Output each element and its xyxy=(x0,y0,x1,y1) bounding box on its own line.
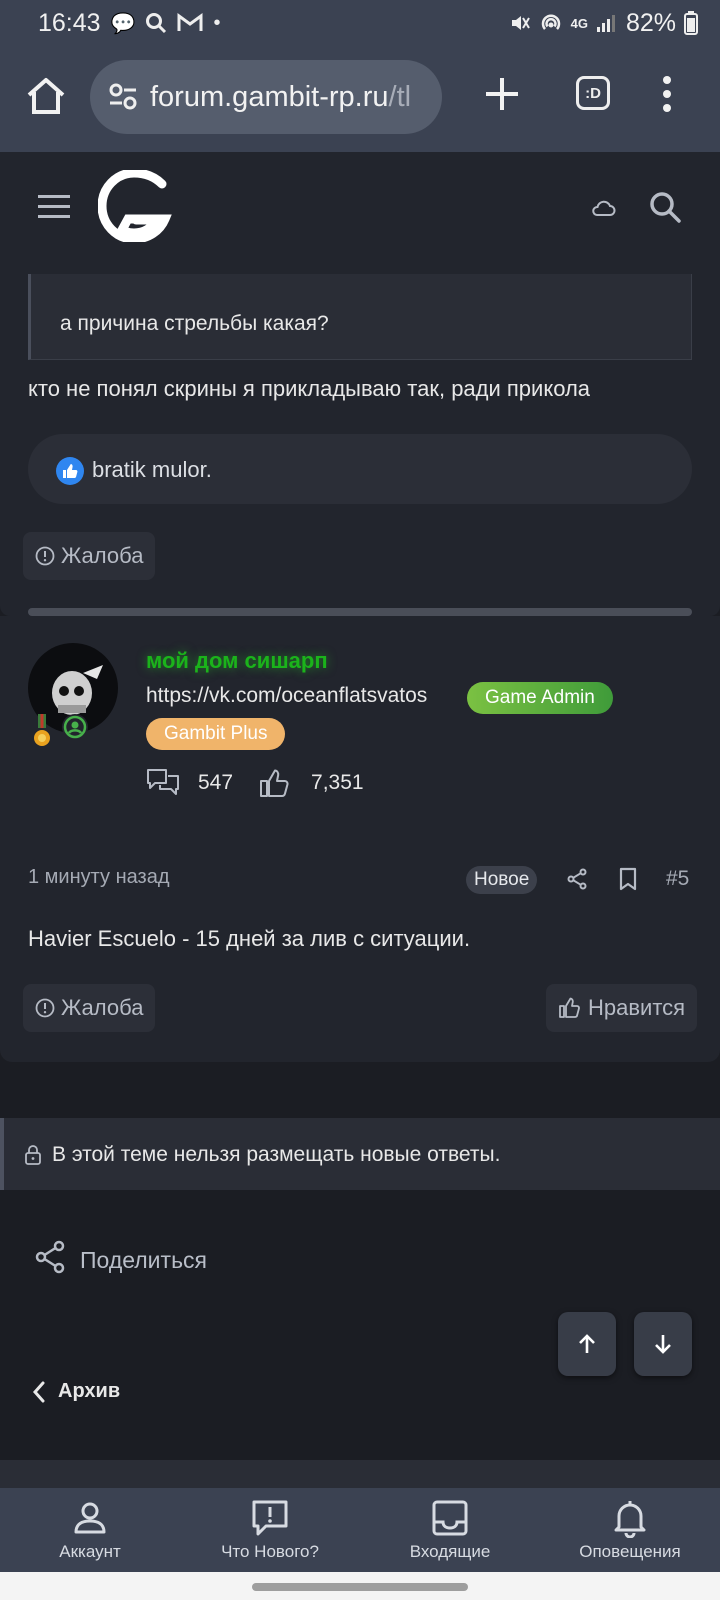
arrow-down-icon xyxy=(655,1335,671,1354)
post-body: Havier Escuelo - 15 дней за лив с ситуац… xyxy=(28,926,471,951)
new-tab-icon[interactable] xyxy=(482,74,522,114)
nav-whats-new[interactable]: Что Нового? xyxy=(180,1488,360,1572)
lock-icon xyxy=(25,1145,41,1165)
new-badge: Новое xyxy=(466,866,538,894)
report-button[interactable]: Жалоба xyxy=(23,532,156,580)
home-icon[interactable] xyxy=(22,72,70,120)
like-label: Нравится xyxy=(588,995,686,1020)
scroll-to-top-button[interactable] xyxy=(558,1312,616,1376)
user-stats: 547 7,351 xyxy=(146,768,364,798)
network-type: 4G xyxy=(570,15,588,31)
post-body: кто не понял скрины я прикладываю так, р… xyxy=(28,376,591,401)
report-icon xyxy=(35,998,55,1018)
like-reaction-icon xyxy=(56,457,84,485)
inbox-icon xyxy=(432,1500,468,1536)
status-time: 16:43 xyxy=(38,8,101,37)
hamburger-menu-icon[interactable] xyxy=(38,195,70,219)
thumbs-up-icon xyxy=(559,997,580,1018)
nav-inbox[interactable]: Входящие xyxy=(360,1488,540,1572)
notice-text: В этой теме нельзя размещать новые ответ… xyxy=(52,1143,501,1166)
username[interactable]: мой дом сишарп xyxy=(146,648,328,674)
signal-icon xyxy=(596,15,615,32)
quote-text: а причина стрельбы какая? xyxy=(60,312,329,335)
more-options-icon[interactable] xyxy=(655,74,679,114)
nav-alerts[interactable]: Оповещения xyxy=(540,1488,720,1572)
reactions-count: 7,351 xyxy=(311,771,364,794)
post-timestamp[interactable]: 1 минуту назад xyxy=(28,866,170,889)
report-icon xyxy=(35,546,55,566)
browser-toolbar: forum.gambit-rp.ru/tl :D xyxy=(0,46,720,152)
messages-count: 547 xyxy=(198,771,234,794)
nav-account[interactable]: Аккаунт xyxy=(0,1488,180,1572)
nav-label: Входящие xyxy=(409,1542,491,1561)
account-icon xyxy=(74,1502,106,1534)
post-number[interactable]: #5 xyxy=(666,867,689,891)
game-admin-badge: Game Admin xyxy=(467,682,613,714)
mute-icon xyxy=(511,16,530,30)
gambit-plus-badge: Gambit Plus xyxy=(146,718,286,750)
chat-notification-icon: 💬 xyxy=(110,12,136,35)
reactions-list[interactable]: bratik mulor. xyxy=(92,457,212,483)
tab-switcher-button[interactable]: :D xyxy=(576,76,610,110)
nav-label: Оповещения xyxy=(579,1542,681,1561)
status-bar: 16:43 💬 • 4G 82% xyxy=(0,0,720,46)
chevron-left-icon xyxy=(32,1381,45,1402)
nav-label: Аккаунт xyxy=(59,1542,121,1561)
breadcrumb[interactable]: Архив xyxy=(32,1380,120,1403)
like-button[interactable]: Нравится xyxy=(546,984,698,1032)
report-label: Жалоба xyxy=(61,995,144,1020)
medal-icon xyxy=(34,714,50,746)
scroll-to-bottom-button[interactable] xyxy=(634,1312,692,1376)
url-host: forum.gambit-rp.ru xyxy=(150,80,389,113)
report-label: Жалоба xyxy=(61,543,144,568)
nav-label: Что Нового? xyxy=(221,1542,319,1561)
share-icon[interactable] xyxy=(566,868,588,890)
post-divider xyxy=(28,608,692,616)
more-notifications-icon: • xyxy=(213,11,221,34)
messages-icon xyxy=(147,769,179,795)
hotspot-icon xyxy=(541,14,560,30)
search-icon[interactable] xyxy=(648,190,682,224)
reactions-score-icon xyxy=(260,769,289,797)
gesture-handle[interactable] xyxy=(252,1583,468,1591)
share-link[interactable]: Поделиться xyxy=(80,1247,207,1274)
bottom-navigation: Аккаунт Что Нового? Входящие Оповещения xyxy=(0,1488,720,1572)
user-title: https://vk.com/oceanflatsvatos xyxy=(146,684,428,707)
site-settings-icon[interactable] xyxy=(108,82,138,112)
bell-icon xyxy=(614,1501,646,1538)
footer-strip xyxy=(0,1460,720,1488)
share-icon[interactable] xyxy=(34,1240,66,1274)
battery-percent: 82% xyxy=(625,8,676,37)
breadcrumb-label: Архив xyxy=(58,1380,121,1402)
bookmark-icon[interactable] xyxy=(618,867,638,891)
arrow-up-icon xyxy=(579,1334,595,1353)
url-bar[interactable]: forum.gambit-rp.ru/tl xyxy=(90,60,442,134)
gambit-logo[interactable] xyxy=(98,170,172,242)
search-notification-icon xyxy=(146,13,167,34)
url-text: forum.gambit-rp.ru/tl xyxy=(150,81,411,114)
gmail-notification-icon xyxy=(177,13,203,31)
report-button[interactable]: Жалоба xyxy=(23,984,156,1032)
whats-new-icon xyxy=(252,1500,288,1536)
url-path: /tl xyxy=(388,80,412,113)
battery-icon xyxy=(684,11,698,35)
cloud-icon[interactable] xyxy=(590,198,616,218)
online-status-icon xyxy=(62,714,88,740)
